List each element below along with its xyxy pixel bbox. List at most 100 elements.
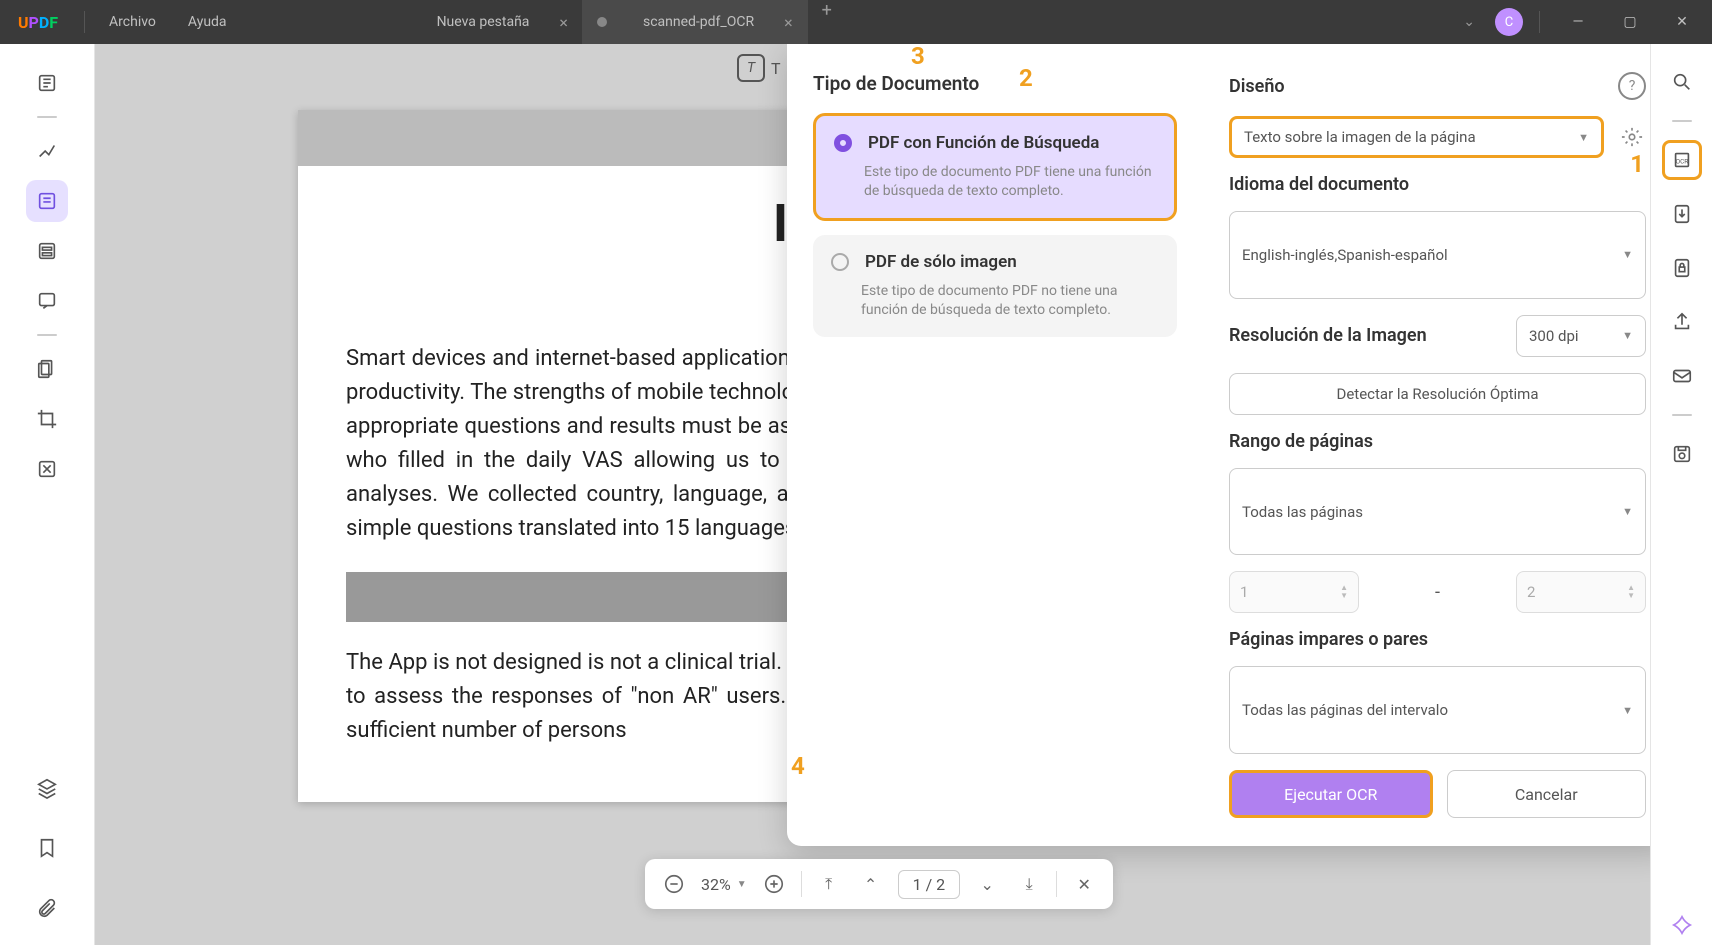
zoom-out-button[interactable] [659, 869, 689, 899]
select-value: Todas las páginas [1242, 503, 1363, 521]
edit-icon[interactable] [26, 180, 68, 222]
form-icon[interactable] [26, 230, 68, 272]
gear-icon[interactable] [1618, 123, 1646, 151]
tab-label: Nueva pestaña [437, 14, 530, 30]
doctype-desc: Este tipo de documento PDF tiene una fun… [864, 163, 1156, 202]
caret-down-icon[interactable]: ▼ [737, 879, 747, 890]
pages-icon[interactable] [26, 348, 68, 390]
text-tool[interactable]: T T [737, 54, 781, 82]
zoom-value: 32% [701, 875, 731, 894]
annot-1: 1 [1630, 150, 1644, 178]
right-rail: OCR [1650, 44, 1712, 945]
annot-4: 4 [791, 752, 805, 780]
ocr-icon[interactable]: OCR [1662, 140, 1702, 180]
close-status-button[interactable]: ✕ [1069, 869, 1099, 899]
stepper-icon[interactable]: ▲▼ [1340, 584, 1348, 600]
page-from-input[interactable]: 1 ▲▼ [1229, 571, 1359, 613]
diseno-select[interactable]: Texto sobre la imagen de la página ▼ [1229, 116, 1604, 158]
select-value: English-inglés,Spanish-español [1242, 246, 1448, 264]
oddeven-label: Páginas impares o pares [1229, 629, 1646, 650]
minimize-button[interactable]: — [1556, 0, 1600, 44]
input-value: 2 [1527, 583, 1535, 601]
res-select[interactable]: 300 dpi ▼ [1516, 315, 1646, 357]
select-value: 300 dpi [1529, 327, 1579, 345]
range-dash: - [1373, 582, 1502, 603]
page-indicator[interactable]: 1 / 2 [898, 870, 961, 899]
reader-icon[interactable] [26, 62, 68, 104]
search-icon[interactable] [1662, 62, 1702, 102]
cancel-button[interactable]: Cancelar [1447, 770, 1647, 818]
close-icon[interactable]: × [784, 13, 793, 32]
tab-new[interactable]: Nueva pestaña × [423, 0, 583, 44]
stepper-icon[interactable]: ▲▼ [1627, 584, 1635, 600]
diseno-label: Diseño [1229, 76, 1285, 97]
highlight-icon[interactable] [26, 130, 68, 172]
radio-icon [831, 253, 849, 271]
close-window-button[interactable]: ✕ [1660, 0, 1704, 44]
share-icon[interactable] [1662, 302, 1702, 342]
doctype-title: PDF de sólo imagen [865, 252, 1017, 272]
doctype-title: PDF con Función de Búsqueda [868, 133, 1099, 153]
run-ocr-button[interactable]: Ejecutar OCR [1229, 770, 1433, 818]
range-label: Rango de páginas [1229, 431, 1646, 452]
last-page-button[interactable]: ⤓ [1014, 869, 1044, 899]
range-select[interactable]: Todas las páginas ▼ [1229, 468, 1646, 556]
attachment-icon[interactable] [26, 887, 68, 929]
left-rail [0, 44, 95, 945]
caret-down-icon: ▼ [1578, 131, 1589, 144]
svg-text:OCR: OCR [1675, 158, 1688, 166]
chevron-down-icon[interactable]: ⌄ [1451, 14, 1487, 30]
first-page-button[interactable]: ⤒ [814, 869, 844, 899]
tools-icon[interactable] [26, 448, 68, 490]
next-page-button[interactable]: ⌄ [972, 869, 1002, 899]
bookmark-icon[interactable] [26, 827, 68, 869]
caret-down-icon: ▼ [1622, 248, 1633, 261]
caret-down-icon: ▼ [1622, 704, 1633, 717]
detect-resolution-button[interactable]: Detectar la Resolución Óptima [1229, 373, 1646, 415]
app-logo: UPDF [0, 13, 76, 32]
email-icon[interactable] [1662, 356, 1702, 396]
text-tool-caption: T [771, 59, 781, 78]
radio-icon [834, 134, 852, 152]
page-to-input[interactable]: 2 ▲▼ [1516, 571, 1646, 613]
convert-icon[interactable] [1662, 194, 1702, 234]
protect-icon[interactable] [1662, 248, 1702, 288]
new-tab-button[interactable]: + [808, 0, 846, 44]
doctype-image-only[interactable]: PDF de sólo imagen Este tipo de document… [813, 235, 1177, 337]
current-page: 1 [913, 875, 922, 894]
close-icon[interactable]: × [559, 13, 568, 32]
maximize-button[interactable]: ▢ [1608, 0, 1652, 44]
select-value: Texto sobre la imagen de la página [1244, 128, 1476, 146]
crop-icon[interactable] [26, 398, 68, 440]
tab-strip: Nueva pestaña × scanned-pdf_OCR × + [423, 0, 1452, 44]
annotate-icon[interactable] [26, 280, 68, 322]
layers-icon[interactable] [26, 767, 68, 809]
tab-doc[interactable]: scanned-pdf_OCR × [583, 0, 808, 44]
save-icon[interactable] [1662, 434, 1702, 474]
oddeven-select[interactable]: Todas las páginas del intervalo ▼ [1229, 666, 1646, 754]
lang-select[interactable]: English-inglés,Spanish-español ▼ [1229, 211, 1646, 299]
input-value: 1 [1240, 583, 1248, 601]
title-bar: UPDF Archivo Ayuda Nueva pestaña × scann… [0, 0, 1712, 44]
avatar[interactable]: C [1495, 8, 1523, 36]
caret-down-icon: ▼ [1622, 329, 1633, 342]
doc-type-heading: Tipo de Documento [813, 72, 1177, 95]
doctype-searchable[interactable]: PDF con Función de Búsqueda Este tipo de… [813, 113, 1177, 221]
ai-icon[interactable] [1662, 905, 1702, 945]
status-bar: 32% ▼ ⤒ ⌃ 1 / 2 ⌄ ⤓ ✕ [645, 859, 1113, 909]
help-icon[interactable]: ? [1618, 72, 1646, 100]
menu-ayuda[interactable]: Ayuda [172, 14, 243, 30]
lang-label: Idioma del documento [1229, 174, 1646, 195]
zoom-in-button[interactable] [759, 869, 789, 899]
res-label: Resolución de la Imagen [1229, 325, 1502, 346]
prev-page-button[interactable]: ⌃ [856, 869, 886, 899]
tab-dot-icon [597, 17, 607, 27]
total-pages: 2 [936, 875, 945, 894]
tab-label: scanned-pdf_OCR [643, 14, 754, 30]
document-canvas[interactable]: T T Improve Win Smart devices and intern… [95, 44, 1650, 945]
caret-down-icon: ▼ [1622, 505, 1633, 518]
menu-archivo[interactable]: Archivo [93, 14, 172, 30]
ocr-panel: Tipo de Documento PDF con Función de Bús… [787, 44, 1650, 846]
doctype-desc: Este tipo de documento PDF no tiene una … [861, 282, 1159, 321]
text-tool-label: T [747, 60, 755, 76]
